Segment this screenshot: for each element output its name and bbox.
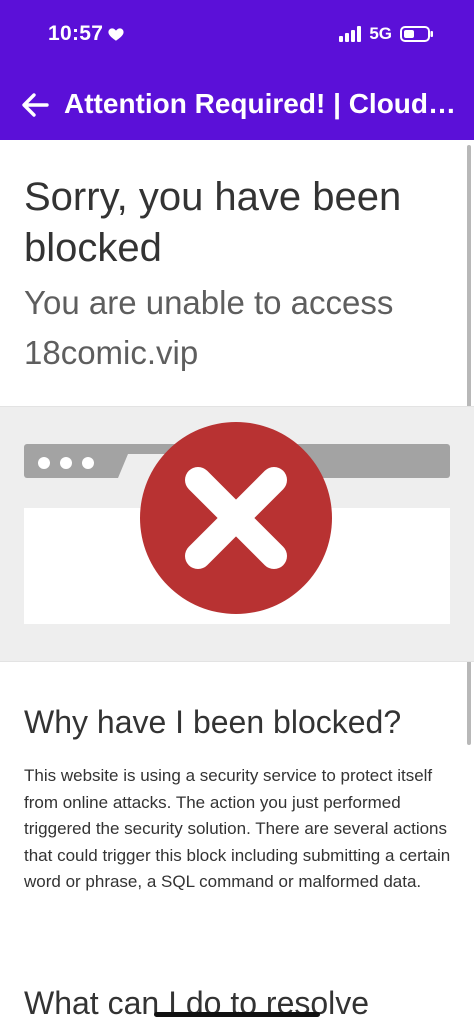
screen: 10:57 5G Attention Required! | Cloud… So… [0, 0, 474, 1027]
page-title: Attention Required! | Cloud… [64, 88, 457, 119]
network-label: 5G [369, 24, 392, 43]
heart-icon [108, 28, 124, 41]
blocked-headline: Sorry, you have been blocked [24, 175, 402, 270]
resolve-heading: What can I do to resolve [24, 985, 370, 1021]
why-blocked-heading: Why have I been blocked? [24, 704, 402, 740]
why-blocked-body: This website is using a security service… [24, 766, 451, 891]
blocked-subheadline: You are unable to access 18comic.vip [24, 284, 394, 371]
battery-icon [400, 26, 433, 42]
status-time-text: 10:57 [48, 22, 104, 45]
blocked-illustration [0, 406, 474, 662]
browser-window-icon [24, 422, 450, 624]
status-time: 10:57 [48, 22, 125, 46]
signal-icon [339, 26, 362, 42]
status-right: 5G [339, 24, 434, 44]
arrow-left-icon[interactable] [20, 90, 50, 120]
home-indicator[interactable] [154, 1012, 320, 1017]
top-bar: 10:57 5G Attention Required! | Cloud… [0, 0, 474, 140]
blocked-x-icon [140, 422, 332, 614]
